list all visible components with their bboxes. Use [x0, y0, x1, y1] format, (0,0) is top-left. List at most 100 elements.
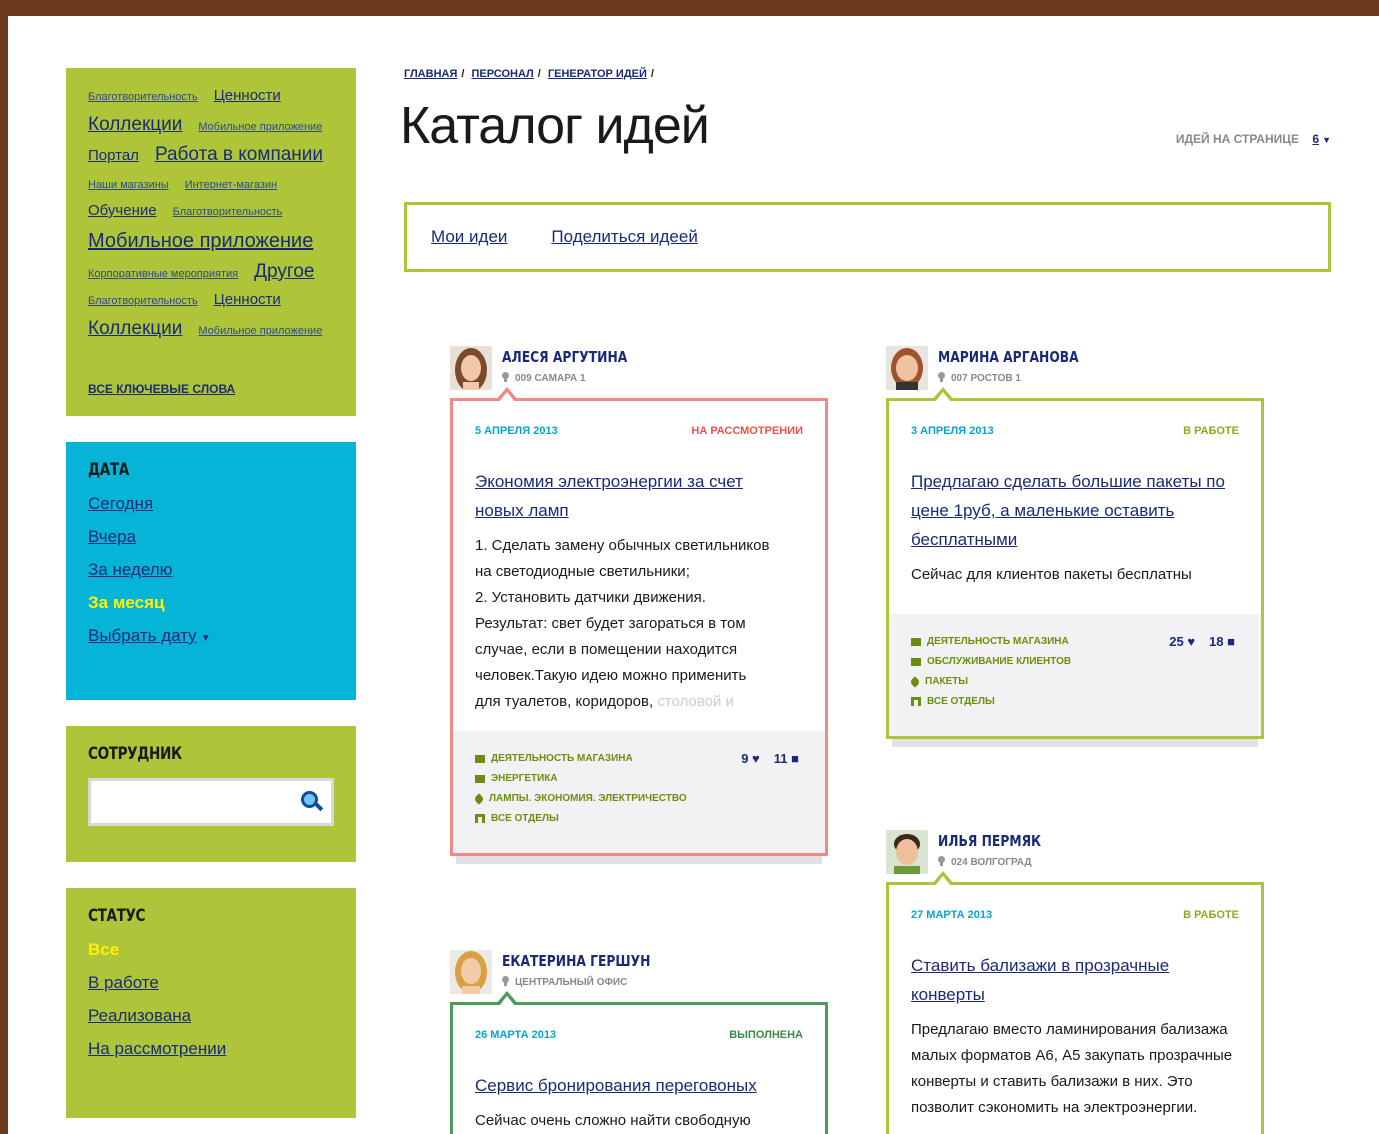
- idea-title[interactable]: Экономия электроэнергии за счет новых ла…: [475, 467, 775, 525]
- keyword-tag[interactable]: Мобильное приложение: [198, 120, 322, 134]
- date-filter: ДАТА Сегодня Вчера За неделю За месяц Вы…: [66, 441, 356, 700]
- idea-meta: 25 ♥ 18 ■ ДЕЯТЕЛЬНОСТЬ МАГАЗИНА ОБСЛУЖИВ…: [889, 614, 1261, 736]
- keyword-tag[interactable]: Коллекции: [88, 317, 182, 342]
- idea-card-body: 5 АПРЕЛЯ 2013 НА РАССМОТРЕНИИ Экономия эл…: [450, 387, 828, 856]
- keyword-tag[interactable]: Благотворительность: [88, 294, 198, 308]
- meta-category[interactable]: ДЕЯТЕЛЬНОСТЬ МАГАЗИНА: [927, 636, 1069, 647]
- pin-icon: [502, 976, 509, 986]
- idea-counters: 25 ♥ 18 ■: [1169, 634, 1235, 649]
- keyword-tag[interactable]: Корпоративные мероприятия: [88, 267, 238, 281]
- date-today[interactable]: Сегодня: [88, 494, 153, 513]
- idea-card: АЛЕСЯ АРГУТИНА 009 САМАРА 1 5 АПРЕЛЯ 201…: [450, 346, 828, 864]
- idea-title[interactable]: Ставить бализажи в прозрачные конверты: [911, 951, 1211, 1009]
- keyword-tag[interactable]: Мобильное приложение: [88, 228, 313, 254]
- keyword-tag[interactable]: Интернет-магазин: [185, 178, 277, 192]
- my-ideas-link[interactable]: Мои идеи: [431, 227, 507, 247]
- per-page-value[interactable]: 6: [1312, 132, 1319, 146]
- meta-category[interactable]: ЭНЕРГЕТИКА: [491, 773, 558, 784]
- idea-date: 3 АПРЕЛЯ 2013: [911, 425, 994, 437]
- idea-status: НА РАССМОТРЕНИИ: [691, 425, 803, 437]
- keyword-tag[interactable]: Благотворительность: [173, 205, 283, 219]
- idea-text: Сейчас очень сложно найти свободную: [475, 1112, 751, 1129]
- date-yesterday[interactable]: Вчера: [88, 527, 136, 546]
- author-location: 007 РОСТОВ 1: [938, 372, 1110, 384]
- keyword-row: Наши магазины Интернет-магазин: [88, 174, 334, 195]
- date-month[interactable]: За месяц: [88, 593, 164, 612]
- org-icon: [911, 697, 921, 706]
- status-in-work[interactable]: В работе: [88, 973, 159, 992]
- page: Благотворительность Ценности Коллекции Моби…: [8, 16, 1379, 1134]
- keyword-tag[interactable]: Другое: [254, 260, 314, 285]
- status-review[interactable]: На рассмотрении: [88, 1039, 226, 1058]
- pin-icon: [938, 856, 945, 866]
- keyword-row: Благотворительность Ценности: [88, 86, 334, 107]
- comment-icon[interactable]: ■: [1227, 634, 1235, 649]
- actions-bar: Мои идеи Поделиться идеей: [404, 202, 1331, 272]
- author-name[interactable]: ИЛЬЯ ПЕРМЯК: [938, 832, 1041, 850]
- avatar[interactable]: [886, 346, 928, 390]
- author-name[interactable]: ЕКАТЕРИНА ГЕРШУН: [502, 952, 650, 970]
- keyword-tag[interactable]: Работа в компании: [155, 143, 323, 168]
- keyword-row: Коллекции Мобильное приложение: [88, 317, 334, 342]
- keyword-cloud: Благотворительность Ценности Коллекции Моби…: [66, 68, 356, 416]
- folder-icon: [475, 774, 485, 783]
- employee-search-input[interactable]: [88, 777, 334, 826]
- likes-count: 25: [1169, 634, 1184, 649]
- page-title: Каталог идей: [400, 97, 710, 155]
- tag-icon: [473, 792, 485, 805]
- comment-icon[interactable]: ■: [791, 751, 799, 766]
- folder-icon: [911, 657, 921, 666]
- date-pick[interactable]: Выбрать дату: [88, 626, 197, 645]
- idea-card: МАРИНА АРГАНОВА 007 РОСТОВ 1 3 АПРЕЛЯ 20…: [886, 346, 1264, 747]
- keyword-tag[interactable]: Коллекции: [88, 113, 182, 138]
- meta-tags[interactable]: ПАКЕТЫ: [925, 676, 968, 687]
- idea-status: В РАБОТЕ: [1183, 425, 1239, 437]
- author-location: 024 ВОЛГОГРАД: [938, 856, 1064, 868]
- idea-title[interactable]: Сервис бронирования переговоных: [475, 1071, 803, 1100]
- org-icon: [475, 814, 485, 823]
- idea-card-body: 26 МАРТА 2013 ВЫПОЛНЕНА Сервис бронирован…: [450, 991, 828, 1134]
- breadcrumb-home[interactable]: ГЛАВНАЯ: [404, 68, 457, 80]
- idea-date: 26 МАРТА 2013: [475, 1029, 557, 1041]
- idea-text: 1. Сделать замену обычных светильников н…: [475, 537, 770, 710]
- meta-department[interactable]: ВСЕ ОТДЕЛЫ: [927, 696, 995, 707]
- keyword-tag[interactable]: Портал: [88, 146, 139, 166]
- breadcrumb-staff[interactable]: ПЕРСОНАЛ: [472, 68, 534, 80]
- search-icon[interactable]: [301, 790, 324, 813]
- idea-card: ЕКАТЕРИНА ГЕРШУН ЦЕНТРАЛЬНЫЙ ОФИС 26 МАР…: [450, 950, 828, 1134]
- all-keywords-link[interactable]: ВСЕ КЛЮЧЕВЫЕ СЛОВА: [88, 382, 235, 396]
- keyword-tag[interactable]: Обучение: [88, 201, 157, 221]
- meta-category[interactable]: ДЕЯТЕЛЬНОСТЬ МАГАЗИНА: [491, 753, 633, 764]
- idea-title[interactable]: Предлагаю сделать большие пакеты по цене…: [911, 467, 1239, 554]
- keyword-tag[interactable]: Благотворительность: [88, 90, 198, 104]
- avatar[interactable]: [450, 950, 492, 994]
- keyword-tag[interactable]: Наши магазины: [88, 178, 169, 192]
- heart-icon[interactable]: ♥: [1187, 634, 1195, 649]
- keyword-row: Обучение Благотворительность: [88, 201, 334, 222]
- status-realized[interactable]: Реализована: [88, 1006, 191, 1025]
- caret-down-icon[interactable]: ▼: [1322, 135, 1331, 145]
- share-idea-link[interactable]: Поделиться идеей: [551, 227, 697, 247]
- avatar[interactable]: [450, 346, 492, 390]
- meta-department[interactable]: ВСЕ ОТДЕЛЫ: [491, 813, 559, 824]
- idea-text: Предлагаю вместо ламинирования бализажа …: [911, 1021, 1233, 1116]
- idea-counters: 9 ♥ 11 ■: [741, 751, 799, 766]
- meta-tags[interactable]: ЛАМПЫ. ЭКОНОМИЯ. ЭЛЕКТРИЧЕСТВО: [489, 793, 687, 804]
- tag-icon: [909, 675, 921, 688]
- idea-date: 5 АПРЕЛЯ 2013: [475, 425, 558, 437]
- breadcrumb-ideas[interactable]: ГЕНЕРАТОР ИДЕЙ: [548, 68, 647, 80]
- idea-status: В РАБОТЕ: [1183, 909, 1239, 921]
- status-all[interactable]: Все: [88, 940, 119, 959]
- keyword-tag[interactable]: Мобильное приложение: [198, 324, 322, 338]
- date-week[interactable]: За неделю: [88, 560, 172, 579]
- author-name[interactable]: МАРИНА АРГАНОВА: [938, 348, 1079, 366]
- employee-filter-title: СОТРУДНИК: [88, 743, 182, 764]
- keyword-tag[interactable]: Ценности: [214, 290, 281, 310]
- heart-icon[interactable]: ♥: [752, 751, 760, 766]
- idea-status: ВЫПОЛНЕНА: [729, 1029, 803, 1041]
- meta-category[interactable]: ОБСЛУЖИВАНИЕ КЛИЕНТОВ: [927, 656, 1071, 667]
- keyword-tag[interactable]: Ценности: [214, 86, 281, 106]
- folder-icon: [911, 637, 921, 646]
- author-name[interactable]: АЛЕСЯ АРГУТИНА: [502, 348, 627, 366]
- avatar[interactable]: [886, 830, 928, 874]
